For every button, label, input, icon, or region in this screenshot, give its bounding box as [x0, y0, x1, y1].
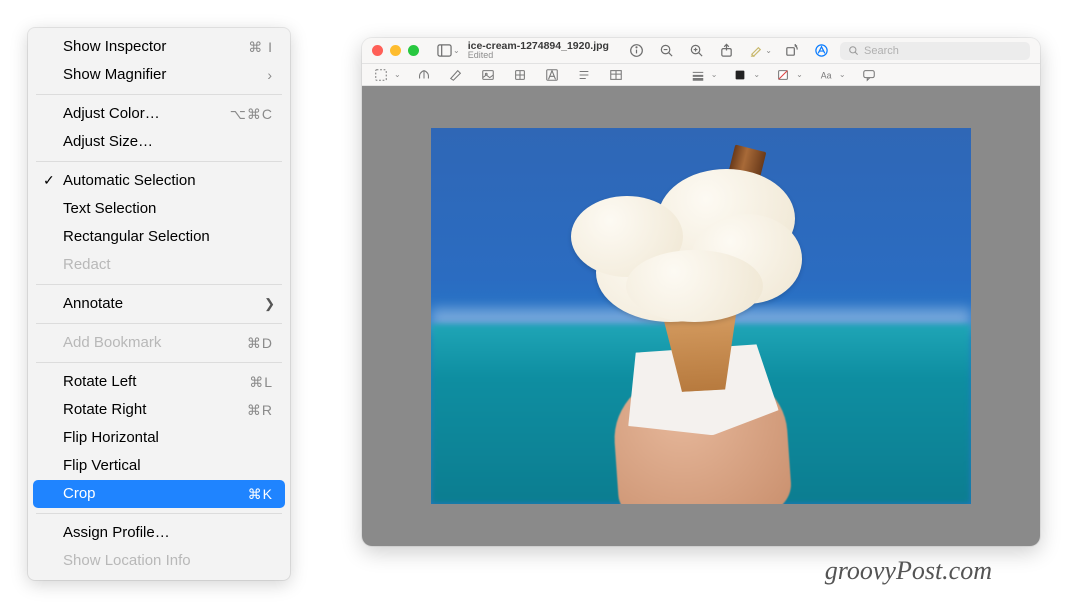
fullscreen-window-button[interactable] — [408, 45, 419, 56]
menu-label: Flip Horizontal — [63, 427, 273, 449]
menu-item-show-inspector[interactable]: Show Inspector ⌘ I — [33, 33, 285, 61]
info-icon[interactable] — [625, 42, 647, 60]
sidebar-toggle-icon[interactable] — [433, 42, 455, 60]
canvas[interactable] — [362, 86, 1040, 546]
menu-item-show-location-info: Show Location Info — [33, 547, 285, 575]
menu-label: Text Selection — [63, 198, 273, 220]
chevron-down-icon[interactable]: ⌄ — [753, 70, 760, 79]
menu-separator — [36, 362, 282, 363]
file-status: Edited — [468, 51, 609, 60]
menu-item-automatic-selection[interactable]: ✓ Automatic Selection — [33, 167, 285, 195]
annotate-text-icon[interactable] — [543, 67, 561, 83]
menu-item-show-magnifier[interactable]: Show Magnifier › — [33, 61, 285, 89]
menu-shortcut: ⌘L — [249, 371, 273, 393]
selection-icon[interactable] — [372, 67, 390, 83]
zoom-in-icon[interactable] — [685, 42, 707, 60]
menu-item-rotate-right[interactable]: Rotate Right ⌘R — [33, 396, 285, 424]
menu-item-text-selection[interactable]: Text Selection — [33, 195, 285, 223]
image-content — [431, 128, 971, 504]
menu-label: Flip Vertical — [63, 455, 273, 477]
markup-toolbar: ⌄ ⌄ ⌄ ⌄ — [362, 64, 1040, 86]
menu-label: Rectangular Selection — [63, 226, 273, 248]
share-icon[interactable] — [715, 42, 737, 60]
watermark: groovyPost.com — [825, 556, 992, 586]
menu-shortcut: › — [267, 64, 273, 86]
window-controls — [372, 45, 419, 56]
tools-menu: Show Inspector ⌘ I Show Magnifier › Adju… — [28, 28, 290, 580]
chevron-down-icon[interactable]: ⌄ — [394, 70, 401, 79]
menu-item-add-bookmark: Add Bookmark ⌘D — [33, 329, 285, 357]
menu-label: Show Inspector — [63, 36, 248, 58]
chevron-down-icon[interactable]: ⌄ — [796, 70, 803, 79]
menu-label: Show Location Info — [63, 550, 273, 572]
menu-shortcut: ⌘D — [247, 332, 273, 354]
menu-shortcut: ⌥⌘C — [230, 103, 273, 125]
fill-color-icon[interactable] — [731, 67, 749, 83]
svg-text:Aa: Aa — [821, 70, 832, 80]
menu-label: Adjust Color… — [63, 103, 230, 125]
menu-label: Automatic Selection — [63, 170, 273, 192]
toolbar-right: ⌄ Search — [625, 42, 1030, 60]
smart-lasso-icon[interactable] — [479, 67, 497, 83]
close-window-button[interactable] — [372, 45, 383, 56]
highlighter-icon[interactable] — [745, 42, 767, 60]
menu-separator — [36, 323, 282, 324]
menu-item-annotate[interactable]: Annotate ❯ — [33, 290, 285, 318]
lasso-icon[interactable] — [447, 67, 465, 83]
preview-window: ⌄ ice-cream-1274894_1920.jpg Edited ⌄ — [362, 38, 1040, 546]
align-icon[interactable] — [575, 67, 593, 83]
menu-label: Crop — [63, 483, 248, 505]
crop-mask-icon[interactable] — [511, 67, 529, 83]
menu-separator — [36, 284, 282, 285]
menu-separator — [36, 513, 282, 514]
markup-icon[interactable] — [810, 42, 832, 60]
chevron-down-icon[interactable]: ⌄ — [711, 70, 718, 79]
menu-shortcut: ⌘R — [247, 399, 273, 421]
minimize-window-button[interactable] — [390, 45, 401, 56]
checkmark-icon: ✓ — [43, 169, 55, 191]
menu-label: Redact — [63, 254, 273, 276]
menu-item-flip-vertical[interactable]: Flip Vertical — [33, 452, 285, 480]
menu-separator — [36, 161, 282, 162]
menu-label: Show Magnifier — [63, 64, 267, 86]
chevron-down-icon[interactable]: ⌄ — [839, 70, 846, 79]
stroke-color-icon[interactable] — [774, 67, 792, 83]
line-style-icon[interactable] — [689, 67, 707, 83]
menu-item-rotate-left[interactable]: Rotate Left ⌘L — [33, 368, 285, 396]
menu-label: Assign Profile… — [63, 522, 273, 544]
chevron-right-icon: ❯ — [264, 293, 275, 315]
menu-item-crop[interactable]: Crop ⌘K — [33, 480, 285, 508]
menu-label: Rotate Right — [63, 399, 247, 421]
menu-item-adjust-size[interactable]: Adjust Size… — [33, 128, 285, 156]
speech-bubble-icon[interactable] — [860, 67, 878, 83]
titlebar: ⌄ ice-cream-1274894_1920.jpg Edited ⌄ — [362, 38, 1040, 64]
menu-shortcut: ⌘K — [248, 483, 273, 505]
menu-item-adjust-color[interactable]: Adjust Color… ⌥⌘C — [33, 100, 285, 128]
chevron-down-icon[interactable]: ⌄ — [453, 46, 460, 55]
chevron-down-icon[interactable]: ⌄ — [765, 46, 772, 55]
search-field[interactable]: Search — [840, 42, 1030, 60]
rotate-icon[interactable] — [780, 42, 802, 60]
menu-label: Rotate Left — [63, 371, 249, 393]
zoom-out-icon[interactable] — [655, 42, 677, 60]
title-block: ice-cream-1274894_1920.jpg Edited — [468, 41, 609, 61]
instant-alpha-icon[interactable] — [415, 67, 433, 83]
menu-item-assign-profile[interactable]: Assign Profile… — [33, 519, 285, 547]
search-placeholder: Search — [864, 45, 899, 57]
menu-item-rectangular-selection[interactable]: Rectangular Selection — [33, 223, 285, 251]
menu-separator — [36, 94, 282, 95]
menu-label: Add Bookmark — [63, 332, 247, 354]
text-style-icon[interactable]: Aa — [817, 67, 835, 83]
menu-item-redact: Redact — [33, 251, 285, 279]
table-icon[interactable] — [607, 67, 625, 83]
menu-label: Adjust Size… — [63, 131, 273, 153]
search-icon — [848, 45, 859, 56]
menu-shortcut: ⌘ I — [248, 36, 273, 58]
menu-item-flip-horizontal[interactable]: Flip Horizontal — [33, 424, 285, 452]
menu-label: Annotate — [63, 293, 273, 315]
